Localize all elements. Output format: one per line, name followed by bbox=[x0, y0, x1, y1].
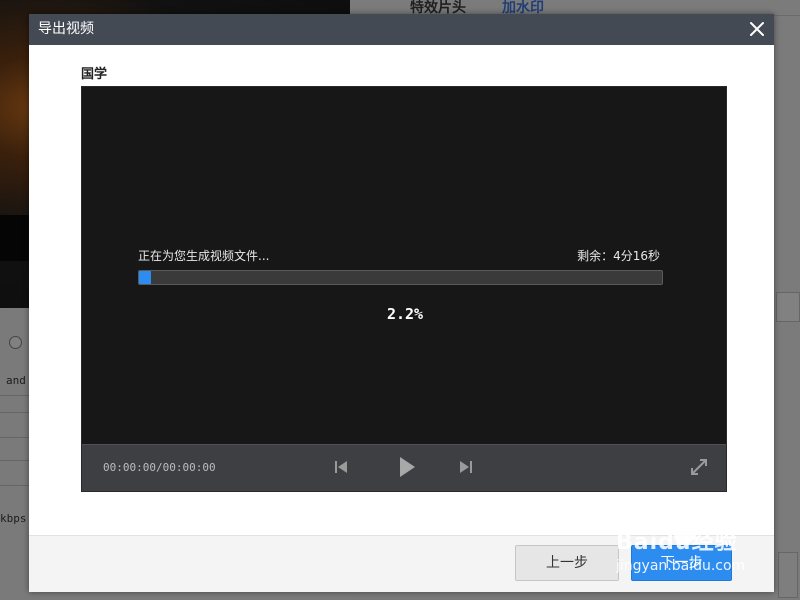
export-status-text: 正在为您生成视频文件... bbox=[138, 249, 270, 263]
progress-percent-label: 2.2% bbox=[386, 305, 424, 323]
previous-step-button[interactable]: 上一步 bbox=[515, 545, 619, 581]
background-radio bbox=[9, 336, 22, 349]
background-divider bbox=[0, 437, 30, 438]
background-box bbox=[778, 552, 798, 598]
player-control-bar: 00:00:00/00:00:00 bbox=[82, 444, 726, 491]
export-progress-fill bbox=[139, 271, 151, 284]
close-icon[interactable] bbox=[748, 20, 766, 38]
background-divider bbox=[0, 412, 30, 413]
background-divider bbox=[0, 485, 30, 486]
video-name-label: 国学 bbox=[81, 67, 108, 82]
background-divider bbox=[0, 395, 30, 396]
remaining-time-text: 剩余：4分16秒 bbox=[577, 249, 660, 263]
previous-icon[interactable] bbox=[334, 459, 348, 475]
fullscreen-icon[interactable] bbox=[690, 458, 708, 476]
baidu-watermark: Baidu经验 jingyan.baidu.com bbox=[612, 512, 762, 582]
background-text: and bbox=[6, 374, 26, 387]
play-icon[interactable] bbox=[398, 456, 416, 478]
video-player: 正在为您生成视频文件... 剩余：4分16秒 2.2% 00:00:00/00:… bbox=[81, 86, 727, 492]
dialog-title: 导出视频 bbox=[38, 21, 94, 37]
timecode-display: 00:00:00/00:00:00 bbox=[103, 461, 216, 474]
next-icon[interactable] bbox=[459, 459, 473, 475]
background-text: kbps bbox=[0, 512, 27, 525]
watermark-url-text: jingyan.baidu.com bbox=[616, 558, 746, 574]
dialog-header: 导出视频 bbox=[29, 14, 774, 45]
watermark-logo-text: Baidu经验 bbox=[616, 530, 738, 555]
export-video-dialog: 导出视频 国学 正在为您生成视频文件... 剩余：4分16秒 2.2% 00:0… bbox=[29, 14, 774, 592]
background-divider bbox=[0, 460, 30, 461]
export-progress-bar bbox=[138, 270, 663, 285]
background-box bbox=[776, 292, 800, 322]
